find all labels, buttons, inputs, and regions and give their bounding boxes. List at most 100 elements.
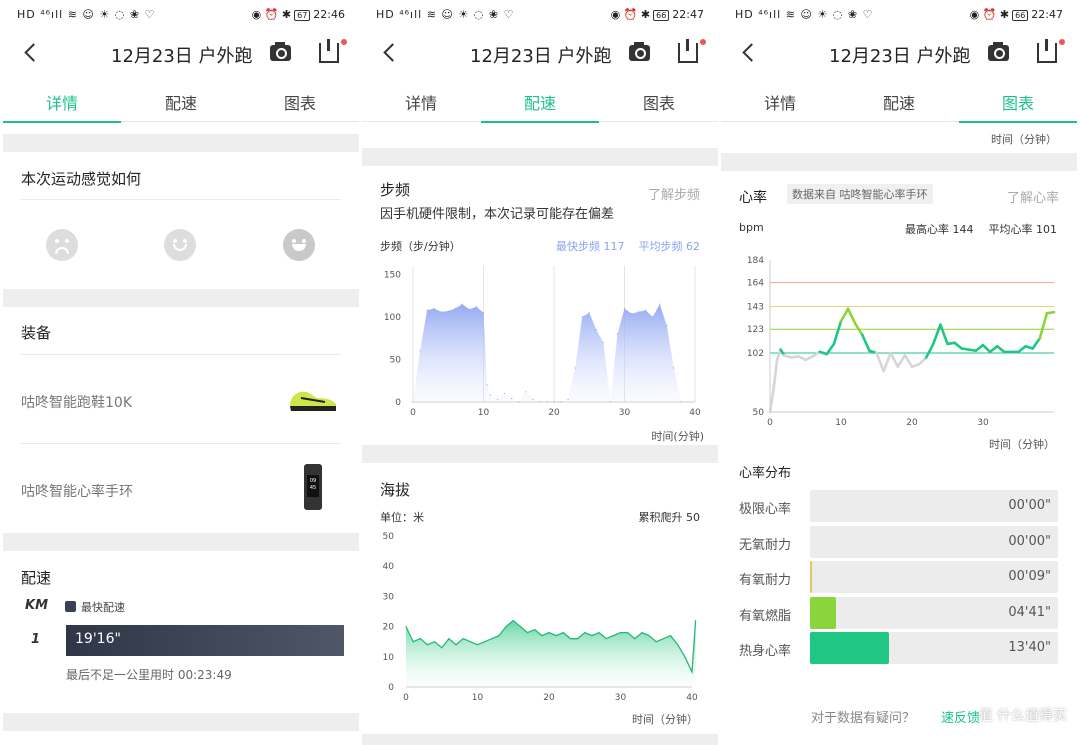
smile-face-icon[interactable] [164, 229, 196, 261]
data-point [581, 316, 583, 318]
y-tick-label: 20 [383, 623, 395, 633]
back-arrow-icon[interactable] [380, 42, 402, 64]
x-tick-label: 20 [906, 418, 918, 428]
hr-line-segment [924, 342, 935, 359]
band-name[interactable]: 咕咚智能心率手环 [21, 481, 133, 501]
data-point [489, 394, 492, 396]
battery-icon: 66 [653, 10, 670, 21]
data-point [669, 635, 672, 637]
data-point [419, 638, 421, 640]
laugh-face-icon[interactable] [283, 229, 315, 261]
altitude-title: 海拔 [380, 481, 411, 499]
hr-line-segment [1038, 312, 1049, 340]
tab-detail[interactable]: 详情 [3, 90, 121, 123]
hr-distribution-title: 心率分布 [739, 466, 792, 481]
phone-screen-detail: HD ⁴⁶ıll ≋ ☺ ☀ ◌ ❀ ♡ ◉ ⏰ ✱ 67 22:46 12月23日… [3, 0, 359, 745]
section-divider [3, 289, 359, 307]
tab-pace[interactable]: 配速 [122, 90, 240, 114]
hr-source-badge: 数据来自 咕咚智能心率手环 [787, 184, 933, 204]
altitude-chart-wrap: 0 10 20 30 40 0 10 20 30 40 50 [362, 528, 718, 703]
zone-label: 热身心率 [739, 644, 792, 659]
tab-detail[interactable]: 详情 [362, 90, 480, 114]
y-tick-label: 0 [395, 398, 401, 408]
hr-line-segment [1017, 344, 1027, 354]
feel-title: 本次运动感觉如何 [21, 170, 142, 188]
share-icon[interactable] [319, 39, 339, 63]
camera-icon[interactable] [629, 42, 650, 61]
hr-line-segment [974, 343, 985, 353]
camera-icon[interactable] [988, 42, 1009, 61]
altitude-chart: 0 10 20 30 40 0 10 20 30 40 50 [383, 532, 698, 703]
zone-label: 极限心率 [739, 502, 792, 517]
y-tick-label: 0 [388, 683, 394, 693]
status-left-icons: HD ⁴⁶ıll ≋ ☺ ☀ ◌ ❀ ♡ [17, 8, 156, 21]
x-tick-label: 0 [767, 418, 773, 428]
tab-pace[interactable]: 配速 [840, 90, 958, 114]
back-arrow-icon[interactable] [739, 42, 761, 64]
data-point [641, 632, 643, 634]
share-icon[interactable] [1037, 39, 1057, 63]
equipment-title: 装备 [21, 324, 52, 342]
page-title: 12月23日 户外跑 [829, 46, 971, 67]
data-point [569, 638, 572, 640]
zone-time: 04'41" [1008, 604, 1051, 620]
zone-label: 无氧耐力 [739, 537, 792, 553]
hr-line-segment [917, 356, 928, 366]
phone-screen-pace: HD ⁴⁶ıll ≋ ☺ ☀ ◌ ❀ ♡ ◉ ⏰ ✱ 66 22:47 12月23日… [362, 0, 718, 745]
section-divider [3, 533, 359, 551]
remainder-text: 最后不足一公里用时 00:23:49 [66, 668, 232, 682]
camera-icon[interactable] [270, 42, 291, 61]
tab-charts[interactable]: 图表 [959, 90, 1077, 123]
data-point [627, 632, 629, 634]
share-icon[interactable] [678, 39, 698, 63]
tab-detail[interactable]: 详情 [721, 90, 839, 114]
data-point [512, 619, 514, 622]
page-title: 12月23日 户外跑 [111, 46, 253, 67]
sad-face-icon[interactable] [46, 229, 78, 261]
data-point [638, 311, 640, 313]
x-tick-label: 20 [548, 408, 560, 418]
data-point [691, 671, 693, 673]
shoe-name[interactable]: 咕咚智能跑鞋10K [21, 392, 132, 412]
data-point [419, 350, 421, 352]
data-point [405, 626, 407, 628]
status-right: ◉ ⏰ ✱ 66 22:47 [611, 8, 704, 21]
feedback-link[interactable]: 速反馈 [941, 707, 980, 726]
tab-charts[interactable]: 图表 [600, 90, 718, 114]
section-divider [362, 445, 718, 463]
tab-pace[interactable]: 配速 [481, 90, 599, 123]
y-tick-label: 123 [747, 325, 764, 335]
hr-line-segment [903, 353, 914, 368]
data-point [645, 309, 647, 311]
hr-line-segment [988, 344, 999, 354]
section-divider [362, 734, 718, 745]
data-point [623, 307, 626, 310]
data-point [447, 310, 449, 312]
notification-dot [1059, 39, 1065, 45]
tab-charts[interactable]: 图表 [241, 90, 359, 114]
back-arrow-icon[interactable] [21, 42, 43, 64]
split-km: 1 [31, 632, 41, 647]
data-point [455, 644, 457, 646]
hr-line-segment [889, 351, 900, 368]
phone-screen-charts: HD ⁴⁶ıll ≋ ☺ ☀ ◌ ❀ ♡ ◉ ⏰ ✱ 66 22:47 12月23日… [721, 0, 1077, 745]
section-divider [362, 148, 718, 166]
hr-line-segment [772, 358, 779, 391]
bpm-label: bpm [739, 221, 764, 234]
status-right-icons: ◉ ⏰ ✱ [251, 8, 292, 21]
y-tick-label: 150 [384, 271, 401, 281]
zone-time: 00'00" [1008, 498, 1051, 513]
hr-line-segment [832, 319, 843, 346]
divider [21, 199, 341, 200]
section-divider [721, 153, 1077, 171]
data-point [694, 619, 697, 622]
status-time: 22:46 [313, 8, 345, 21]
data-point [680, 401, 682, 403]
x-tick-label: 30 [977, 418, 989, 428]
data-point [534, 629, 536, 631]
data-point [584, 632, 586, 634]
data-point [476, 644, 479, 646]
status-left-icons: HD ⁴⁶ıll ≋ ☺ ☀ ◌ ❀ ♡ [376, 8, 515, 21]
learn-hr-link[interactable]: 了解心率 [1007, 187, 1059, 206]
learn-cadence-link[interactable]: 了解步频 [648, 184, 700, 203]
